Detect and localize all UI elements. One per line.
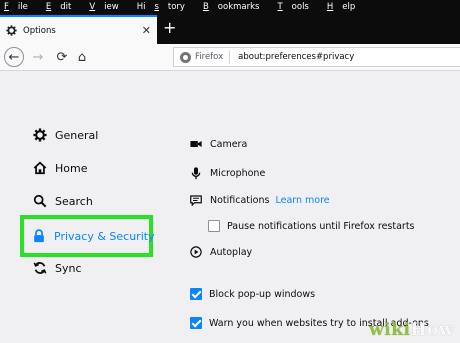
reload-button[interactable]: ⟳: [52, 47, 72, 67]
home-icon: [33, 161, 47, 175]
gear-icon: [33, 128, 47, 142]
identity-label: Firefox: [195, 52, 224, 62]
sidebar-item-label: Home: [55, 161, 88, 175]
wikihow-watermark: wikiHow: [369, 320, 454, 340]
sidebar-item-label: Search: [55, 194, 93, 208]
sidebar-item-label: Sync: [55, 261, 82, 275]
tab-strip: Options ✕ +: [0, 15, 460, 44]
new-tab-button[interactable]: +: [163, 19, 176, 37]
back-button[interactable]: ←: [4, 47, 24, 67]
sidebar-item-home[interactable]: Home: [33, 161, 87, 175]
menu-tools[interactable]: Tools: [277, 0, 317, 15]
back-arrow-icon: ←: [8, 49, 20, 65]
menu-help[interactable]: Help: [327, 0, 364, 15]
pause-notifications-checkbox[interactable]: [208, 220, 220, 232]
navigation-bar: ← → ⟳ ⌂ Firefox about:preferences#privac…: [0, 44, 460, 71]
forward-button[interactable]: →: [28, 47, 48, 67]
firefox-icon: [180, 51, 191, 63]
autoplay-label: Autoplay: [210, 246, 253, 258]
camera-label: Camera: [210, 138, 248, 150]
sidebar-item-search[interactable]: Search: [33, 194, 93, 208]
sidebar-item-sync[interactable]: Sync: [33, 261, 82, 275]
microphone-label: Microphone: [210, 167, 266, 179]
reload-icon: ⟳: [56, 49, 68, 65]
sync-icon: [33, 261, 47, 275]
preferences-content: General Home Search Privacy & Security S…: [0, 72, 460, 343]
tab-options[interactable]: Options ✕: [0, 15, 157, 44]
gear-icon: [6, 21, 17, 40]
menu-bookmarks[interactable]: Bookmarks: [203, 0, 269, 15]
permission-microphone: Microphone: [190, 166, 266, 179]
block-popups-label: Block pop-up windows: [209, 288, 316, 300]
search-icon: [33, 194, 47, 208]
home-icon: ⌂: [77, 49, 87, 65]
tab-title: Options: [23, 25, 56, 36]
forward-arrow-icon: →: [32, 49, 44, 65]
menu-history[interactable]: Hi s tory: [137, 0, 194, 15]
url-bar[interactable]: Firefox about:preferences#privacy: [173, 47, 460, 67]
autoplay-icon: [190, 246, 202, 258]
sidebar-item-general[interactable]: General: [33, 128, 98, 142]
permission-notifications: Notifications Learn more: [190, 194, 330, 206]
pause-notifications-row[interactable]: Pause notifications until Firefox restar…: [208, 220, 415, 232]
block-popups-row[interactable]: Block pop-up windows: [190, 288, 315, 300]
menu-view[interactable]: View: [89, 0, 127, 15]
sidebar-item-privacy[interactable]: Privacy & Security: [32, 229, 155, 243]
permission-camera: Camera: [190, 138, 247, 150]
sidebar-item-label: Privacy & Security: [54, 229, 155, 243]
home-button[interactable]: ⌂: [72, 47, 92, 67]
identity-box[interactable]: Firefox: [174, 50, 231, 64]
lock-icon: [32, 229, 46, 243]
notifications-label: Notifications: [210, 194, 270, 206]
notification-icon: [190, 194, 202, 206]
url-text[interactable]: about:preferences#privacy: [238, 52, 354, 62]
menu-file[interactable]: File: [4, 0, 37, 15]
menu-edit[interactable]: Edit: [46, 0, 80, 15]
microphone-icon: [190, 166, 202, 179]
warn-addons-checkbox[interactable]: [190, 317, 202, 329]
pause-notifications-label: Pause notifications until Firefox restar…: [227, 220, 415, 232]
learn-more-link[interactable]: Learn more: [275, 195, 329, 206]
camera-icon: [190, 138, 202, 150]
close-tab-icon[interactable]: ✕: [142, 24, 151, 37]
block-popups-checkbox[interactable]: [190, 288, 202, 300]
permission-autoplay: Autoplay: [190, 246, 252, 258]
menu-bar: File Edit View Hi s tory Bookmarks Tools H…: [0, 0, 460, 15]
sidebar-item-label: General: [55, 128, 99, 142]
